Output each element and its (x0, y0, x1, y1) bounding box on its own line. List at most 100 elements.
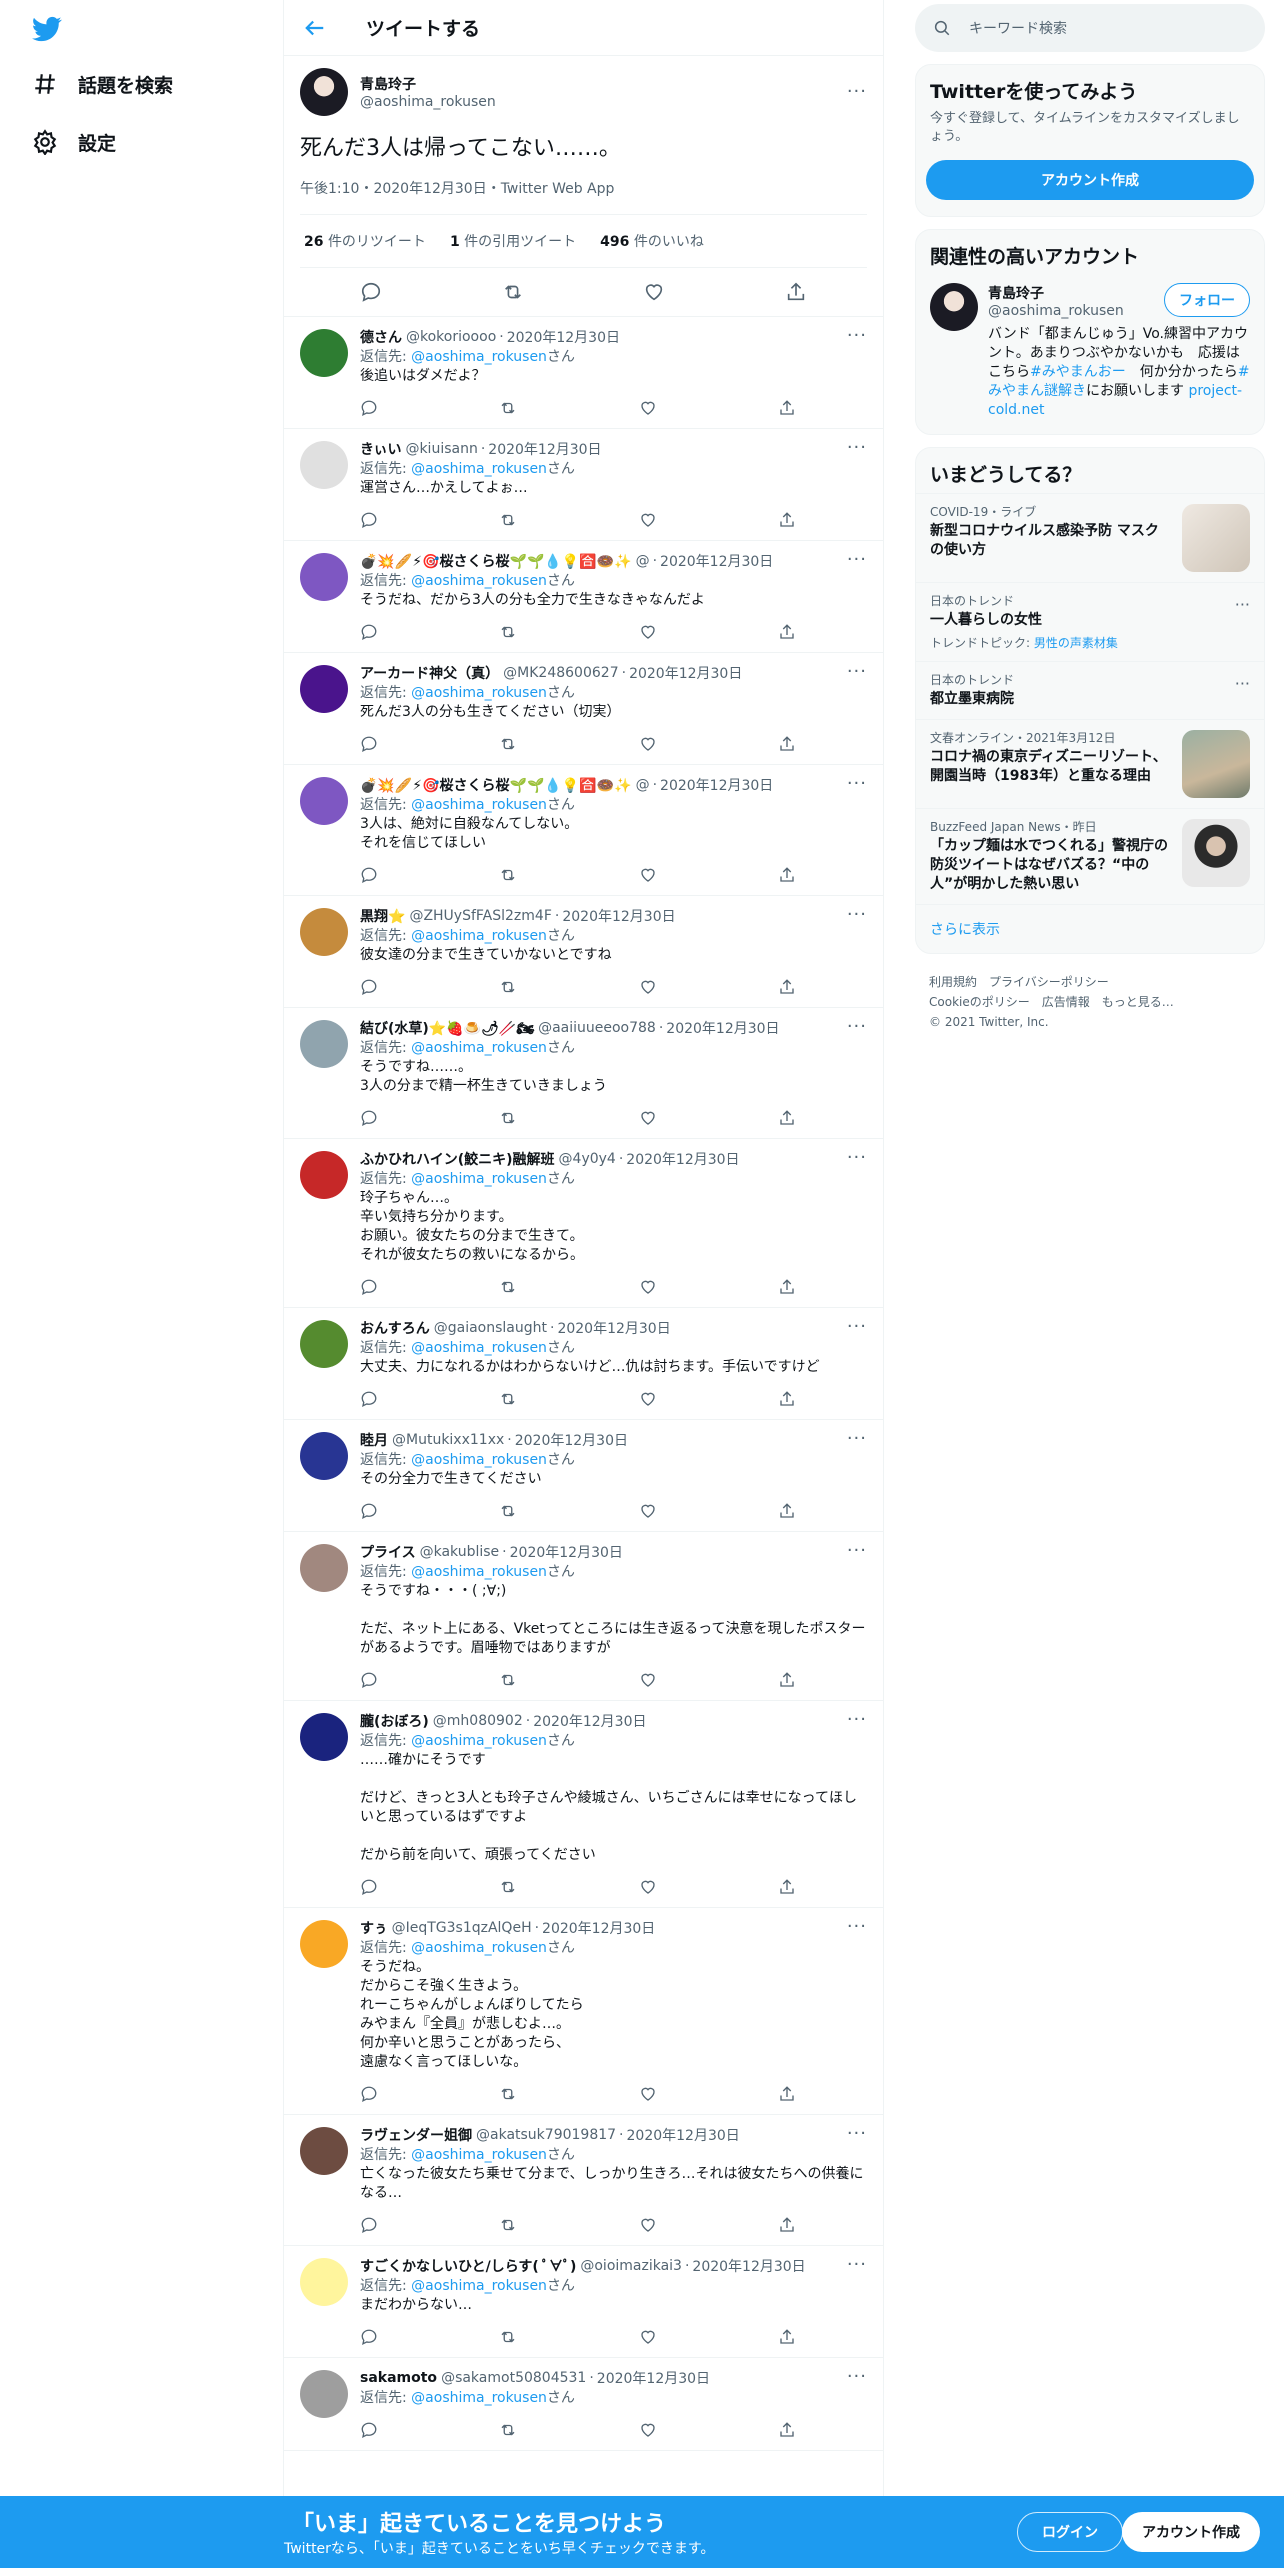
avatar[interactable] (300, 441, 348, 489)
reply-icon[interactable] (360, 2421, 378, 2439)
reply-date[interactable]: 2020年12月30日 (533, 1711, 646, 1731)
reply-icon[interactable] (360, 978, 378, 996)
like-icon[interactable] (643, 281, 665, 303)
reply-icon[interactable] (360, 1878, 378, 1896)
reply-author-name[interactable]: すごくかなしいひと/しらす( ﾟ∀ﾟ) (360, 2256, 576, 2276)
reply-to-link[interactable]: @aoshima_rokusen (411, 797, 547, 813)
trend-topic-link[interactable]: 男性の声素材集 (1034, 636, 1118, 650)
reply-author-name[interactable]: アーカード神父（真） (360, 663, 499, 683)
retweet-icon[interactable] (499, 511, 517, 529)
more-icon[interactable]: ··· (847, 906, 867, 924)
cookie-link[interactable]: Cookieのポリシー (929, 995, 1030, 1009)
trend-item[interactable]: 日本のトレンド 都立墨東病院 ··· (916, 661, 1264, 719)
reply-author-name[interactable]: ラヴェンダー姐御 (360, 2125, 472, 2145)
nav-explore[interactable]: 話題を検索 (32, 64, 173, 104)
avatar[interactable] (300, 1432, 348, 1480)
reply-author-name[interactable]: 德さん (360, 327, 402, 347)
retweet-icon[interactable] (499, 1390, 517, 1408)
more-icon[interactable]: ··· (847, 1430, 867, 1448)
reply-date[interactable]: 2020年12月30日 (510, 1542, 623, 1562)
reply-author-handle[interactable]: @ZHUySfFASl2zm4F (409, 908, 551, 924)
reply-author-name[interactable]: 黒翔⭐ (360, 906, 405, 926)
reply-to-link[interactable]: @aoshima_rokusen (411, 2390, 547, 2406)
reply-to-link[interactable]: @aoshima_rokusen (411, 1940, 547, 1956)
reply-to-link[interactable]: @aoshima_rokusen (411, 349, 547, 365)
trend-item[interactable]: 日本のトレンド 一人暮らしの女性 トレンドトピック: 男性の声素材集 ··· (916, 582, 1264, 661)
reply-to-link[interactable]: @aoshima_rokusen (411, 1340, 547, 1356)
like-icon[interactable] (639, 866, 657, 884)
reply-author-handle[interactable]: @ (636, 777, 650, 793)
avatar[interactable] (300, 665, 348, 713)
more-icon[interactable]: ··· (847, 2125, 867, 2143)
reply-author-handle[interactable]: @MK248600627 (503, 665, 618, 681)
retweet-icon[interactable] (499, 1671, 517, 1689)
terms-link[interactable]: 利用規約 (929, 975, 977, 989)
trend-item[interactable]: BuzzFeed Japan News・昨日 「カップ麺は水でつくれる」警視庁の防… (916, 808, 1264, 904)
reply-tweet[interactable]: 朧(おぼろ) @mh080902 · 2020年12月30日 返信先: @aoshima… (284, 1701, 883, 1908)
share-icon[interactable] (778, 2421, 796, 2439)
more-icon[interactable]: ··· (1235, 595, 1250, 614)
share-icon[interactable] (778, 2328, 796, 2346)
twitter-logo-icon[interactable] (30, 14, 64, 44)
avatar[interactable] (300, 908, 348, 956)
avatar[interactable] (300, 329, 348, 377)
reply-icon[interactable] (360, 511, 378, 529)
like-icon[interactable] (639, 2216, 657, 2234)
more-icon[interactable]: ··· (847, 2368, 867, 2386)
reply-icon[interactable] (360, 1109, 378, 1127)
share-icon[interactable] (778, 399, 796, 417)
like-icon[interactable] (639, 2085, 657, 2103)
reply-icon[interactable] (360, 1390, 378, 1408)
more-icon[interactable]: ··· (847, 1918, 867, 1936)
reply-date[interactable]: 2020年12月30日 (597, 2368, 710, 2388)
tweet-meta[interactable]: 午後1:10・2020年12月30日・Twitter Web App (300, 178, 867, 215)
avatar[interactable] (300, 2127, 348, 2175)
reply-date[interactable]: 2020年12月30日 (557, 1318, 670, 1338)
retweet-icon[interactable] (499, 735, 517, 753)
reply-author-handle[interactable]: @aaiiuueeoo788 (538, 1020, 656, 1036)
share-icon[interactable] (778, 978, 796, 996)
more-icon[interactable]: ··· (847, 1149, 867, 1167)
share-icon[interactable] (778, 2085, 796, 2103)
follow-button[interactable]: フォロー (1164, 283, 1250, 317)
hashtag-link[interactable]: #みやまんおー (1030, 364, 1126, 380)
like-icon[interactable] (639, 1278, 657, 1296)
reply-date[interactable]: 2020年12月30日 (627, 2125, 740, 2145)
share-icon[interactable] (778, 1278, 796, 1296)
reply-author-handle[interactable]: @IeqTG3s1qzAlQeH (392, 1920, 532, 1936)
reply-tweet[interactable]: 結び(水草)⭐🍓🍮🌶🥢🏍 @aaiiuueeoo788 · 2020年12月30日 返信… (284, 1008, 883, 1139)
share-icon[interactable] (778, 735, 796, 753)
login-button[interactable]: ログイン (1017, 2512, 1123, 2552)
retweet-icon[interactable] (499, 2085, 517, 2103)
retweet-icon[interactable] (499, 1878, 517, 1896)
likes-stat[interactable]: 496 件のいいね (600, 231, 704, 251)
retweet-icon[interactable] (499, 2216, 517, 2234)
reply-tweet[interactable]: すごくかなしいひと/しらす( ﾟ∀ﾟ) @oioimazikai3 · 2020年12… (284, 2246, 883, 2358)
reply-author-name[interactable]: 睦月 (360, 1430, 388, 1450)
reply-author-name[interactable]: きぃい (360, 439, 401, 459)
author-name[interactable]: 青島玲子 (360, 74, 847, 94)
avatar[interactable] (300, 553, 348, 601)
reply-tweet[interactable]: きぃい @kiuisann · 2020年12月30日 返信先: @aoshima_ro… (284, 429, 883, 541)
reply-date[interactable]: 2020年12月30日 (629, 663, 742, 683)
share-icon[interactable] (778, 1109, 796, 1127)
retweet-icon[interactable] (502, 281, 524, 303)
search-input[interactable]: キーワード検索 (915, 4, 1265, 52)
reply-to-link[interactable]: @aoshima_rokusen (411, 1040, 547, 1056)
reply-author-handle[interactable]: @mh080902 (433, 1713, 523, 1729)
reply-author-name[interactable]: プライス (360, 1542, 416, 1562)
like-icon[interactable] (639, 399, 657, 417)
like-icon[interactable] (639, 1878, 657, 1896)
reply-icon[interactable] (360, 1502, 378, 1520)
avatar[interactable] (300, 1151, 348, 1199)
reply-tweet[interactable]: すぅ @IeqTG3s1qzAlQeH · 2020年12月30日 返信先: @aosh… (284, 1908, 883, 2115)
quotes-stat[interactable]: 1 件の引用ツイート (450, 231, 576, 251)
more-icon[interactable]: ··· (847, 1318, 867, 1336)
like-icon[interactable] (639, 623, 657, 641)
share-icon[interactable] (778, 623, 796, 641)
more-icon[interactable]: ··· (847, 1711, 867, 1729)
reply-author-handle[interactable]: @kokorioooo (406, 329, 496, 345)
reply-date[interactable]: 2020年12月30日 (488, 439, 601, 459)
reply-tweet[interactable]: 睦月 @Mutukixx11xx · 2020年12月30日 返信先: @aoshima… (284, 1420, 883, 1532)
reply-author-name[interactable]: 💣💥🥖⚡🎯桜さくら桜🌱🌱💧💡🈴🍩✨ (360, 551, 632, 571)
